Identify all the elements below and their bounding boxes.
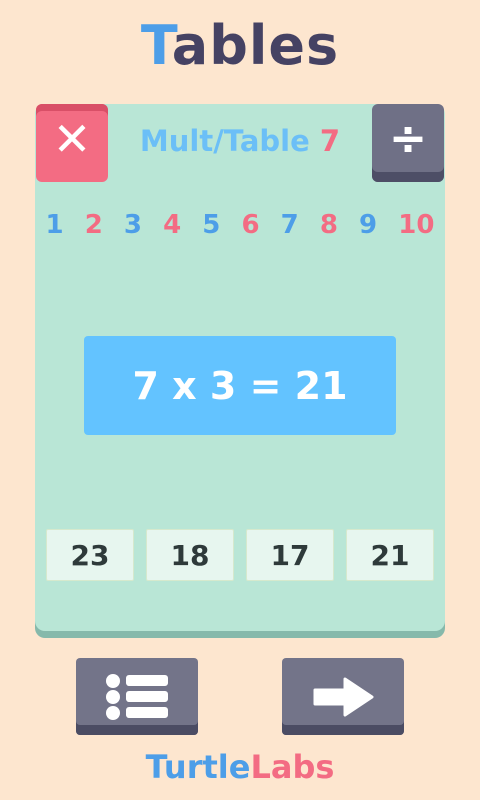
answer-option-4[interactable]: 21 [346, 529, 434, 581]
number-5[interactable]: 5 [202, 210, 220, 240]
equation-display: 7 x 3 = 21 [84, 336, 396, 435]
number-10[interactable]: 10 [398, 210, 434, 240]
table-header-number: 7 [319, 124, 341, 158]
list-icon [106, 673, 168, 720]
number-selector: 1 2 3 4 5 6 7 8 9 10 [35, 208, 445, 242]
number-1[interactable]: 1 [46, 210, 64, 240]
multiplication-mode-button[interactable]: ✕ [36, 104, 108, 182]
number-2[interactable]: 2 [85, 210, 103, 240]
multiply-icon: ✕ [52, 112, 92, 166]
number-3[interactable]: 3 [124, 210, 142, 240]
brand-part-1: Turtle [145, 748, 251, 786]
answer-option-2[interactable]: 18 [146, 529, 234, 581]
answer-options: 23 18 17 21 [46, 529, 434, 581]
divide-icon: ÷ [388, 111, 428, 165]
table-header: Mult/Table 7 [108, 124, 372, 158]
app-title-first-letter: T [140, 14, 172, 77]
number-7[interactable]: 7 [281, 210, 299, 240]
next-button[interactable] [282, 658, 404, 735]
app-title-rest: ables [171, 14, 340, 77]
app-title: Tables [0, 14, 480, 77]
answer-option-1[interactable]: 23 [46, 529, 134, 581]
number-4[interactable]: 4 [163, 210, 181, 240]
number-9[interactable]: 9 [359, 210, 377, 240]
table-header-label: Mult/Table [139, 124, 310, 158]
number-6[interactable]: 6 [241, 210, 259, 240]
answer-option-3[interactable]: 17 [246, 529, 334, 581]
number-8[interactable]: 8 [320, 210, 338, 240]
list-button[interactable] [76, 658, 198, 735]
division-mode-button[interactable]: ÷ [372, 104, 444, 182]
arrow-right-icon [313, 677, 374, 716]
brand-footer: TurtleLabs [0, 748, 480, 786]
brand-part-2: Labs [250, 748, 335, 786]
